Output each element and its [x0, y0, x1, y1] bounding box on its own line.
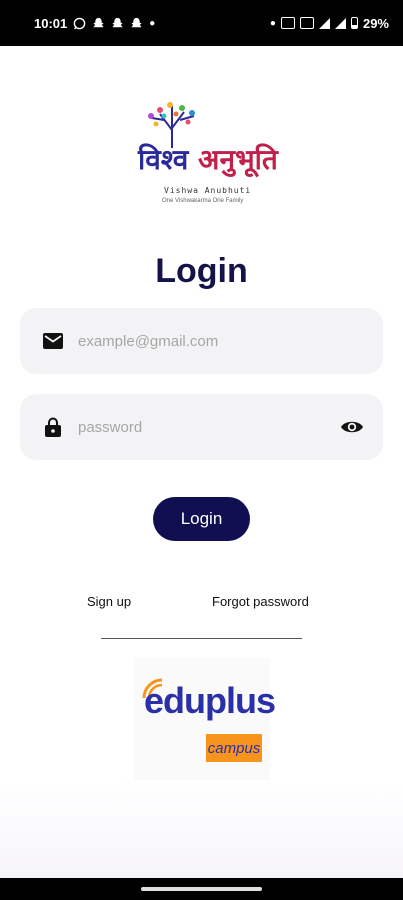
dot-icon: ●	[269, 17, 276, 29]
battery-text: 29%	[362, 15, 389, 31]
password-input[interactable]	[78, 418, 339, 436]
password-field[interactable]	[20, 394, 383, 460]
whatsapp-icon	[73, 17, 86, 29]
logo-roman-text: Vishwa Anubhuti	[164, 186, 252, 195]
snapchat-icon	[131, 17, 142, 27]
status-time: 10:01	[34, 15, 68, 31]
logo-title-part2: अनुभूति	[198, 143, 278, 176]
dot-icon: ●	[149, 17, 156, 29]
forgot-password-link[interactable]: Forgot password	[212, 594, 309, 609]
home-gesture-handle[interactable]	[141, 887, 262, 891]
navigation-bar	[0, 878, 403, 900]
signal-icon	[318, 17, 330, 29]
status-left: 10:01 ●	[34, 16, 155, 31]
sim-icon	[280, 17, 295, 29]
snapchat-icon	[93, 17, 104, 27]
bottom-background	[0, 780, 403, 878]
vishwa-anubhuti-logo: विश्व अनुभूति Vishwa Anubhuti One Vishwa…	[120, 100, 280, 215]
logo-title: विश्व अनुभूति	[138, 140, 278, 178]
campus-badge: campus	[206, 734, 262, 762]
logo-tagline: One Vishwakarma One Family	[162, 198, 244, 204]
signal-icon	[334, 17, 346, 29]
sim-icon	[299, 17, 314, 29]
eduplus-word: eduplus	[144, 680, 276, 721]
eye-icon[interactable]	[339, 414, 365, 440]
email-field[interactable]	[20, 308, 383, 374]
page-title: Login	[155, 252, 248, 290]
status-bar: 10:01 ● ● 29%	[0, 0, 403, 46]
status-right: ● 29%	[270, 16, 389, 31]
snapchat-icon	[112, 17, 123, 27]
sign-up-link[interactable]: Sign up	[87, 594, 131, 609]
divider	[101, 638, 302, 639]
lock-icon	[42, 416, 64, 438]
logo-title-part1: विश्व	[138, 143, 199, 176]
login-button[interactable]: Login	[153, 497, 250, 541]
eduplus-logo: eduplus campus	[134, 658, 276, 782]
email-input[interactable]	[78, 332, 365, 350]
battery-icon	[350, 17, 358, 29]
mail-icon	[42, 330, 64, 352]
